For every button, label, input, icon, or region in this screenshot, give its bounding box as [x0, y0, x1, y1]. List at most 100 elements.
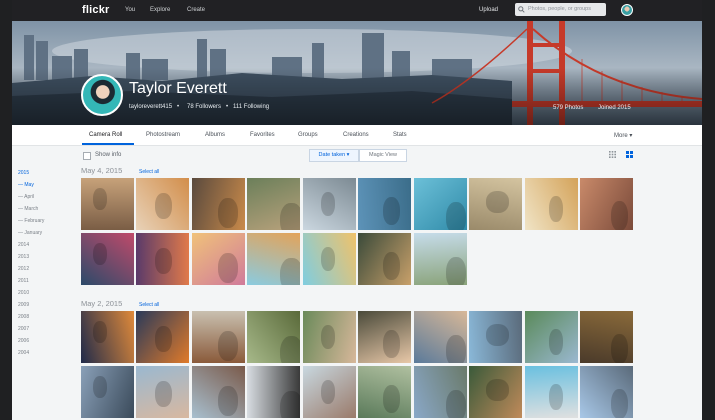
select-all-link[interactable]: Select all — [139, 302, 159, 308]
photo-thumbnail[interactable] — [81, 311, 134, 363]
sidebar-year-2007[interactable]: 2007 — [18, 326, 29, 332]
sidebar-year-2004[interactable]: 2004 — [18, 350, 29, 356]
photo-subject — [446, 202, 466, 230]
followers-link[interactable]: 78 Followers — [187, 104, 221, 110]
section-date-heading: May 2, 2015 — [81, 299, 123, 308]
photo-thumbnail[interactable] — [303, 178, 356, 230]
photo-thumbnail[interactable] — [81, 178, 134, 230]
sidebar-month-april[interactable]: — April — [18, 194, 34, 200]
more-menu[interactable]: More ▾ — [614, 132, 632, 139]
photo-thumbnail[interactable] — [303, 366, 356, 418]
photo-thumbnail[interactable] — [303, 233, 356, 285]
photo-thumbnail[interactable] — [303, 311, 356, 363]
photo-thumbnail[interactable] — [358, 233, 411, 285]
photo-subject — [218, 386, 238, 416]
photo-subject — [93, 321, 107, 343]
photo-thumbnail[interactable] — [247, 311, 300, 363]
photo-subject — [611, 201, 628, 230]
joined-date: Joined 2015 — [598, 105, 631, 111]
photo-thumbnail[interactable] — [136, 178, 189, 230]
sidebar-year-2006[interactable]: 2006 — [18, 338, 29, 344]
nav-you[interactable]: You — [125, 7, 135, 13]
photo-thumbnail[interactable] — [192, 366, 245, 418]
show-info-checkbox[interactable] — [83, 152, 91, 160]
photo-thumbnail[interactable] — [192, 178, 245, 230]
grid-small-view-icon[interactable] — [609, 151, 616, 158]
photo-thumbnail[interactable] — [414, 233, 467, 285]
photo-thumbnail[interactable] — [247, 233, 300, 285]
sidebar-month-march[interactable]: — March — [18, 206, 38, 212]
sidebar-month-february[interactable]: — February — [18, 218, 44, 224]
profile-name: Taylor Everett — [129, 80, 227, 97]
photo-count: 579 Photos — [553, 105, 584, 111]
photo-subject — [218, 331, 238, 361]
photo-thumbnail[interactable] — [247, 178, 300, 230]
photo-thumbnail[interactable] — [81, 233, 134, 285]
tab-stats[interactable]: Stats — [393, 132, 407, 138]
sidebar-year-2013[interactable]: 2013 — [18, 254, 29, 260]
photo-subject — [486, 324, 509, 346]
magic-view-button[interactable]: Magic View — [359, 149, 407, 162]
flickr-logo[interactable]: flickr — [82, 4, 110, 16]
nav-create[interactable]: Create — [187, 7, 205, 13]
nav-explore[interactable]: Explore — [150, 7, 170, 13]
tab-creations[interactable]: Creations — [343, 132, 369, 138]
photo-subject — [280, 203, 300, 230]
search-input[interactable]: Photos, people, or groups — [515, 3, 606, 16]
photo-subject — [321, 325, 335, 349]
photo-thumbnail[interactable] — [136, 233, 189, 285]
photo-thumbnail[interactable] — [136, 311, 189, 363]
tab-camera-roll[interactable]: Camera Roll — [89, 132, 122, 138]
photo-thumbnail[interactable] — [247, 366, 300, 418]
grid-large-view-icon[interactable] — [626, 151, 633, 158]
photo-thumbnail[interactable] — [580, 311, 633, 363]
sidebar-year-2015[interactable]: 2015 — [18, 170, 29, 176]
date-taken-dropdown[interactable]: Date taken ▾ — [309, 149, 359, 162]
separator-dot: • — [226, 104, 229, 110]
select-all-link[interactable]: Select all — [139, 169, 159, 175]
photo-subject — [155, 248, 172, 274]
photo-thumbnail[interactable] — [580, 366, 633, 418]
photo-thumbnail[interactable] — [192, 233, 245, 285]
photo-thumbnail[interactable] — [192, 311, 245, 363]
top-navigation: flickr You Explore Create Upload Photos,… — [12, 0, 702, 21]
photo-thumbnail[interactable] — [358, 366, 411, 418]
photo-thumbnail[interactable] — [580, 178, 633, 230]
photo-subject — [549, 329, 563, 355]
sidebar-year-2012[interactable]: 2012 — [18, 266, 29, 272]
sidebar-year-2009[interactable]: 2009 — [18, 302, 29, 308]
photo-thumbnail[interactable] — [469, 366, 522, 418]
sidebar-year-2008[interactable]: 2008 — [18, 314, 29, 320]
tab-albums[interactable]: Albums — [205, 132, 225, 138]
cover-photo: Taylor Everett tayloreverett415 • 78 Fol… — [12, 21, 702, 125]
photo-thumbnail[interactable] — [136, 366, 189, 418]
photo-thumbnail[interactable] — [358, 311, 411, 363]
photo-subject — [383, 385, 400, 413]
photo-thumbnail[interactable] — [525, 178, 578, 230]
photo-thumbnail[interactable] — [414, 366, 467, 418]
photo-thumbnail[interactable] — [81, 366, 134, 418]
photo-thumbnail[interactable] — [469, 311, 522, 363]
photo-thumbnail[interactable] — [525, 311, 578, 363]
sidebar-month-may[interactable]: — May — [18, 182, 34, 188]
photo-thumbnail[interactable] — [469, 178, 522, 230]
tab-favorites[interactable]: Favorites — [250, 132, 275, 138]
photo-thumbnail[interactable] — [358, 178, 411, 230]
photo-subject — [611, 334, 628, 363]
photo-subject — [383, 252, 400, 280]
sidebar-month-january[interactable]: — January — [18, 230, 42, 236]
following-link[interactable]: 111 Following — [233, 104, 269, 110]
tab-photostream[interactable]: Photostream — [146, 132, 180, 138]
profile-avatar[interactable] — [81, 74, 123, 116]
sidebar-year-2010[interactable]: 2010 — [18, 290, 29, 296]
show-info-label: Show info — [95, 152, 122, 158]
tab-groups[interactable]: Groups — [298, 132, 318, 138]
upload-link[interactable]: Upload — [479, 7, 498, 13]
photo-thumbnail[interactable] — [414, 178, 467, 230]
sidebar-year-2014[interactable]: 2014 — [18, 242, 29, 248]
photo-thumbnail[interactable] — [525, 366, 578, 418]
photo-thumbnail[interactable] — [414, 311, 467, 363]
photo-subject — [218, 198, 238, 228]
sidebar-year-2011[interactable]: 2011 — [18, 278, 29, 284]
account-avatar[interactable] — [621, 4, 633, 16]
